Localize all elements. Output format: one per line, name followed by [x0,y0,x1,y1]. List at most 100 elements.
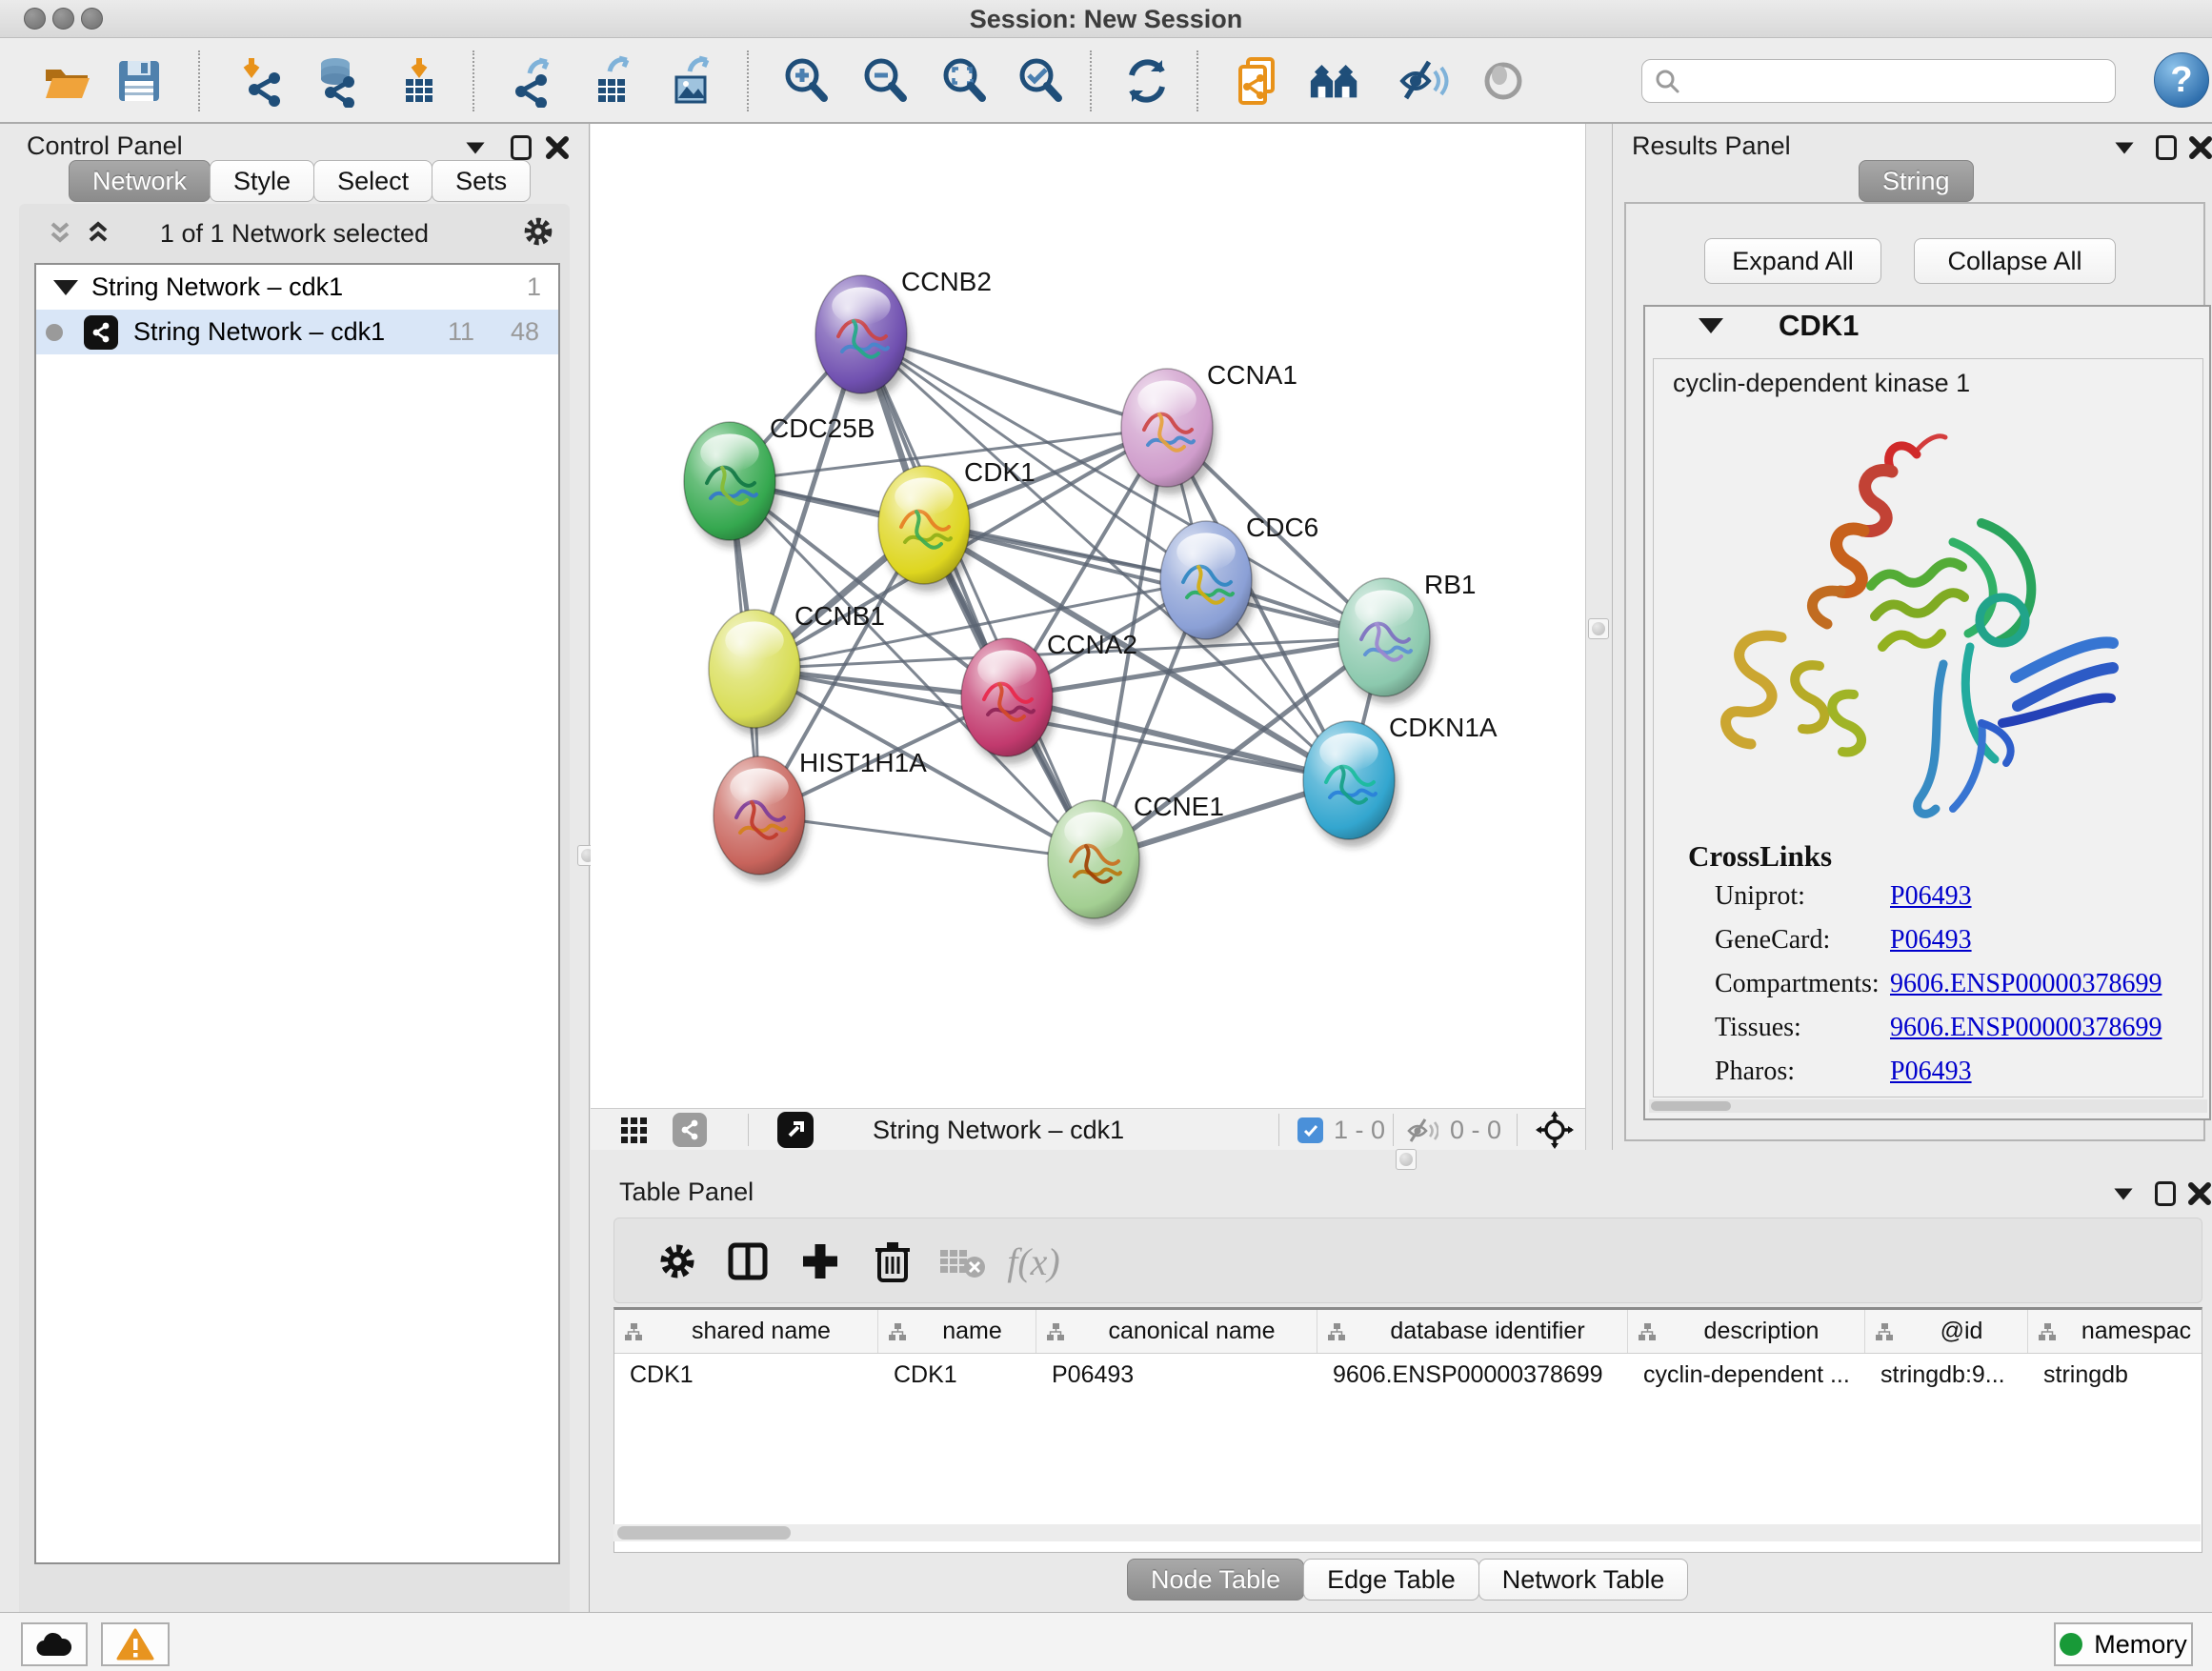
apply-preferred-layout-icon[interactable] [1118,51,1176,111]
network-node-CCNB1[interactable]: CCNB1 [709,601,885,735]
network-node-CCNB2[interactable]: CCNB2 [815,267,992,401]
collection-disclosure-icon[interactable] [53,280,78,295]
network-node-CCNA1[interactable]: CCNA1 [1121,360,1297,494]
network-node-RB1[interactable]: RB1 [1338,570,1476,704]
crosslink-link[interactable]: P06493 [1890,925,1972,956]
network-options-gear-icon[interactable] [522,213,554,250]
bottom-splitter-handle[interactable] [1396,1149,1417,1170]
table-horizontal-scrollbar[interactable] [613,1524,2201,1541]
save-session-icon[interactable] [111,51,168,111]
network-node-CCNA2[interactable]: CCNA2 [961,630,1137,764]
selected-items-checkbox[interactable] [1297,1117,1323,1143]
import-network-from-file-icon[interactable] [234,51,292,111]
warnings-button[interactable] [101,1622,170,1666]
table-cell[interactable]: CDK1 [878,1354,1036,1396]
zoom-out-icon[interactable] [856,51,914,111]
table-tab-network-table[interactable]: Network Table [1478,1559,1689,1601]
crosslink-link[interactable]: 9606.ENSP00000378699 [1890,1013,2162,1043]
crosslink-link[interactable]: 9606.ENSP00000378699 [1890,969,2162,999]
network-node-CDKN1A[interactable]: CDKN1A [1303,713,1498,847]
column-header-namespac[interactable]: namespac [2028,1310,2202,1353]
network-view[interactable]: CCNB2 CCNA1 CDC25BCDK1 CDC6RB1 CCNB1 CCNA2 CDK… [591,124,1585,1108]
table-cell[interactable]: P06493 [1036,1354,1317,1396]
toolbar-separator [747,50,749,111]
control-tab-style[interactable]: Style [210,160,314,202]
delete-table-icon[interactable] [936,1235,990,1288]
results-scrollbar[interactable] [1649,1099,2207,1113]
first-neighbors-icon[interactable] [1307,51,1364,111]
results-panel-close-icon[interactable] [2184,130,2212,166]
hide-selected-eye-slash-icon[interactable] [1395,51,1452,111]
zoom-in-icon[interactable] [777,51,835,111]
show-all-eye-icon[interactable] [1475,51,1532,111]
column-header-description[interactable]: description [1628,1310,1865,1353]
function-builder-icon[interactable]: f(x) [1007,1235,1060,1288]
create-column-plus-icon[interactable] [794,1235,847,1288]
table-cell[interactable]: CDK1 [614,1354,878,1396]
new-network-from-selection-icon[interactable] [1231,51,1288,111]
table-cell[interactable]: stringdb [2028,1354,2202,1396]
column-header-shared-name[interactable]: shared name [614,1310,878,1353]
network-node-CDC6[interactable]: CDC6 [1160,513,1318,647]
control-tab-select[interactable]: Select [313,160,432,202]
table-panel-float-icon[interactable] [2149,1176,2182,1212]
network-collection-row[interactable]: String Network – cdk1 1 [36,265,558,310]
import-network-from-database-icon[interactable] [307,51,364,111]
column-header-canonical-name[interactable]: canonical name [1036,1310,1317,1353]
network-edge-CCNB2-CCNE1[interactable] [861,334,1094,859]
control-tab-sets[interactable]: Sets [432,160,531,202]
expand-all-button[interactable]: Expand All [1704,238,1881,284]
gene-disclosure-icon[interactable] [1699,318,1723,333]
hidden-items-eye-slash-icon[interactable] [1406,1117,1438,1150]
import-table-from-file-icon[interactable] [391,51,448,111]
export-image-icon[interactable] [663,51,720,111]
export-network-icon[interactable] [503,51,560,111]
crosslink-link[interactable]: P06493 [1890,881,1972,912]
show-columns-icon[interactable] [721,1235,774,1288]
network-edge-CCNE1-HIST1H1A[interactable] [759,815,1094,859]
network-share-icon[interactable] [673,1113,707,1147]
memory-button[interactable]: Memory [2054,1622,2193,1666]
table-options-gear-icon[interactable] [651,1235,704,1288]
collapse-all-button[interactable]: Collapse All [1914,238,2116,284]
table-scrollbar-thumb[interactable] [617,1526,791,1540]
table-cell[interactable]: cyclin-dependent ... [1628,1354,1865,1396]
search-input[interactable] [1641,59,2116,103]
export-table-icon[interactable] [583,51,640,111]
table-tab-node-table[interactable]: Node Table [1127,1559,1304,1601]
table-tab-edge-table[interactable]: Edge Table [1303,1559,1479,1601]
zoom-selected-icon[interactable] [1012,51,1069,111]
zoom-window-icon[interactable] [81,8,103,30]
table-cell[interactable]: stringdb:9... [1865,1354,2028,1396]
network-node-CDC25B[interactable]: CDC25B [684,413,875,548]
table-cell[interactable]: 9606.ENSP00000378699 [1317,1354,1628,1396]
delete-column-trash-icon[interactable] [866,1235,919,1288]
grid-view-icon[interactable] [619,1116,650,1151]
fit-selected-crosshair-icon[interactable] [1536,1111,1574,1154]
birdseye-view-icon[interactable] [777,1112,814,1148]
crosslink-link[interactable]: P06493 [1890,1057,1972,1087]
cloud-button[interactable] [21,1622,88,1666]
network-node-HIST1H1A[interactable]: HIST1H1A [714,748,927,882]
table-panel-menu-icon[interactable] [2107,1176,2140,1212]
minimize-window-icon[interactable] [52,8,74,30]
results-panel-menu-icon[interactable] [2108,130,2141,166]
zoom-fit-icon[interactable] [935,51,993,111]
column-header-database-identifier[interactable]: database identifier [1317,1310,1628,1353]
network-node-CDK1[interactable]: CDK1 [878,457,1036,592]
table-panel-close-icon[interactable] [2183,1176,2212,1212]
results-tab-string[interactable]: String [1859,160,1974,202]
results-panel-float-icon[interactable] [2150,130,2182,166]
help-icon[interactable]: ? [2154,52,2209,108]
network-row[interactable]: String Network – cdk1 11 48 [36,310,558,354]
open-session-icon[interactable] [38,51,95,111]
close-window-icon[interactable] [24,8,46,30]
column-header--id[interactable]: @id [1865,1310,2028,1353]
control-tab-network[interactable]: Network [69,160,211,202]
control-panel-close-icon[interactable] [541,130,573,166]
network-node-CCNE1[interactable]: CCNE1 [1048,792,1224,926]
results-scrollbar-thumb[interactable] [1651,1101,1731,1111]
table-row[interactable]: CDK1CDK1P064939606.ENSP00000378699cyclin… [614,1354,2202,1396]
column-header-name[interactable]: name [878,1310,1036,1353]
right-splitter-handle[interactable] [1588,618,1609,639]
